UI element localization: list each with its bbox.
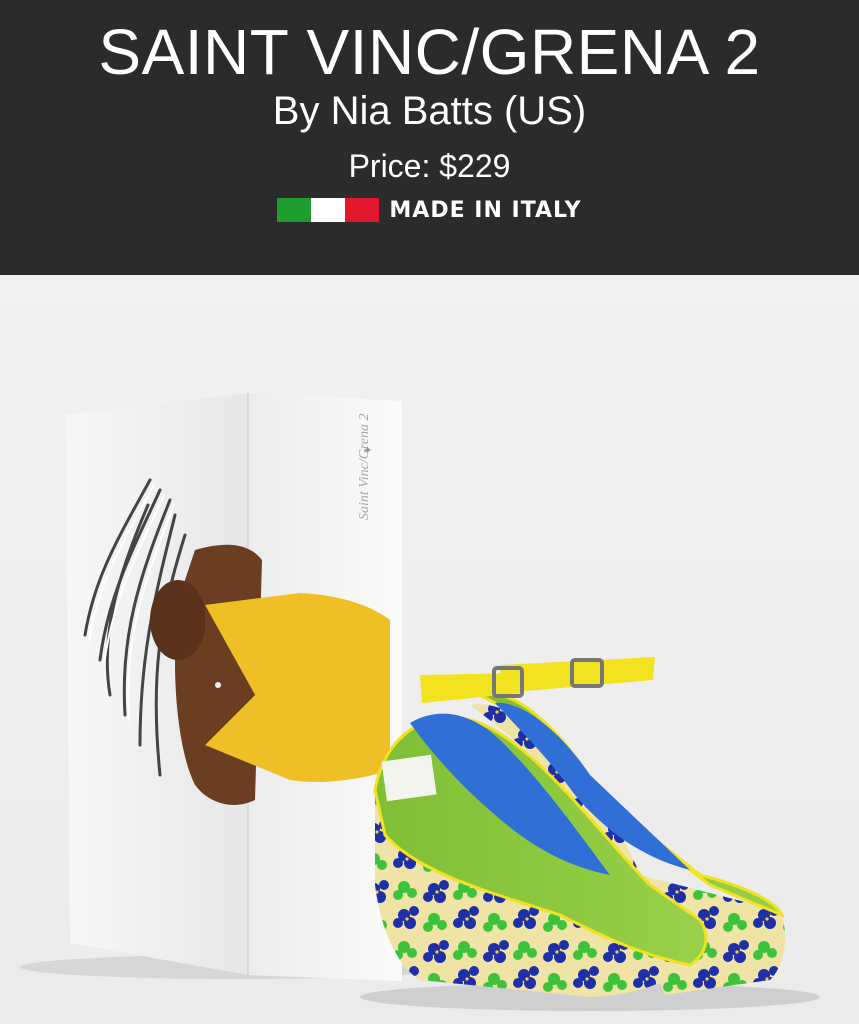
designer-name: By Nia Batts (US) <box>272 89 587 133</box>
product-image[interactable]: ✦ Saint Vinc/Grena 2 <box>0 275 859 1024</box>
box-brand-label: Saint Vinc/Grena 2 <box>357 413 372 520</box>
product-page: SAINT VINC/GRENA 2 By Nia Batts (US) Pri… <box>0 0 859 1024</box>
product-header: SAINT VINC/GRENA 2 By Nia Batts (US) Pri… <box>0 0 859 275</box>
made-in-badge: MADE IN ITALY <box>0 196 859 224</box>
product-price: Price: $229 <box>348 148 511 184</box>
shoebox: ✦ Saint Vinc/Grena 2 <box>66 393 402 981</box>
italy-flag-icon <box>277 198 380 222</box>
made-in-label: MADE IN ITALY <box>389 197 582 223</box>
product-title: SAINT VINC/GRENA 2 <box>98 16 761 88</box>
product-illustration: ✦ Saint Vinc/Grena 2 <box>20 393 820 1011</box>
